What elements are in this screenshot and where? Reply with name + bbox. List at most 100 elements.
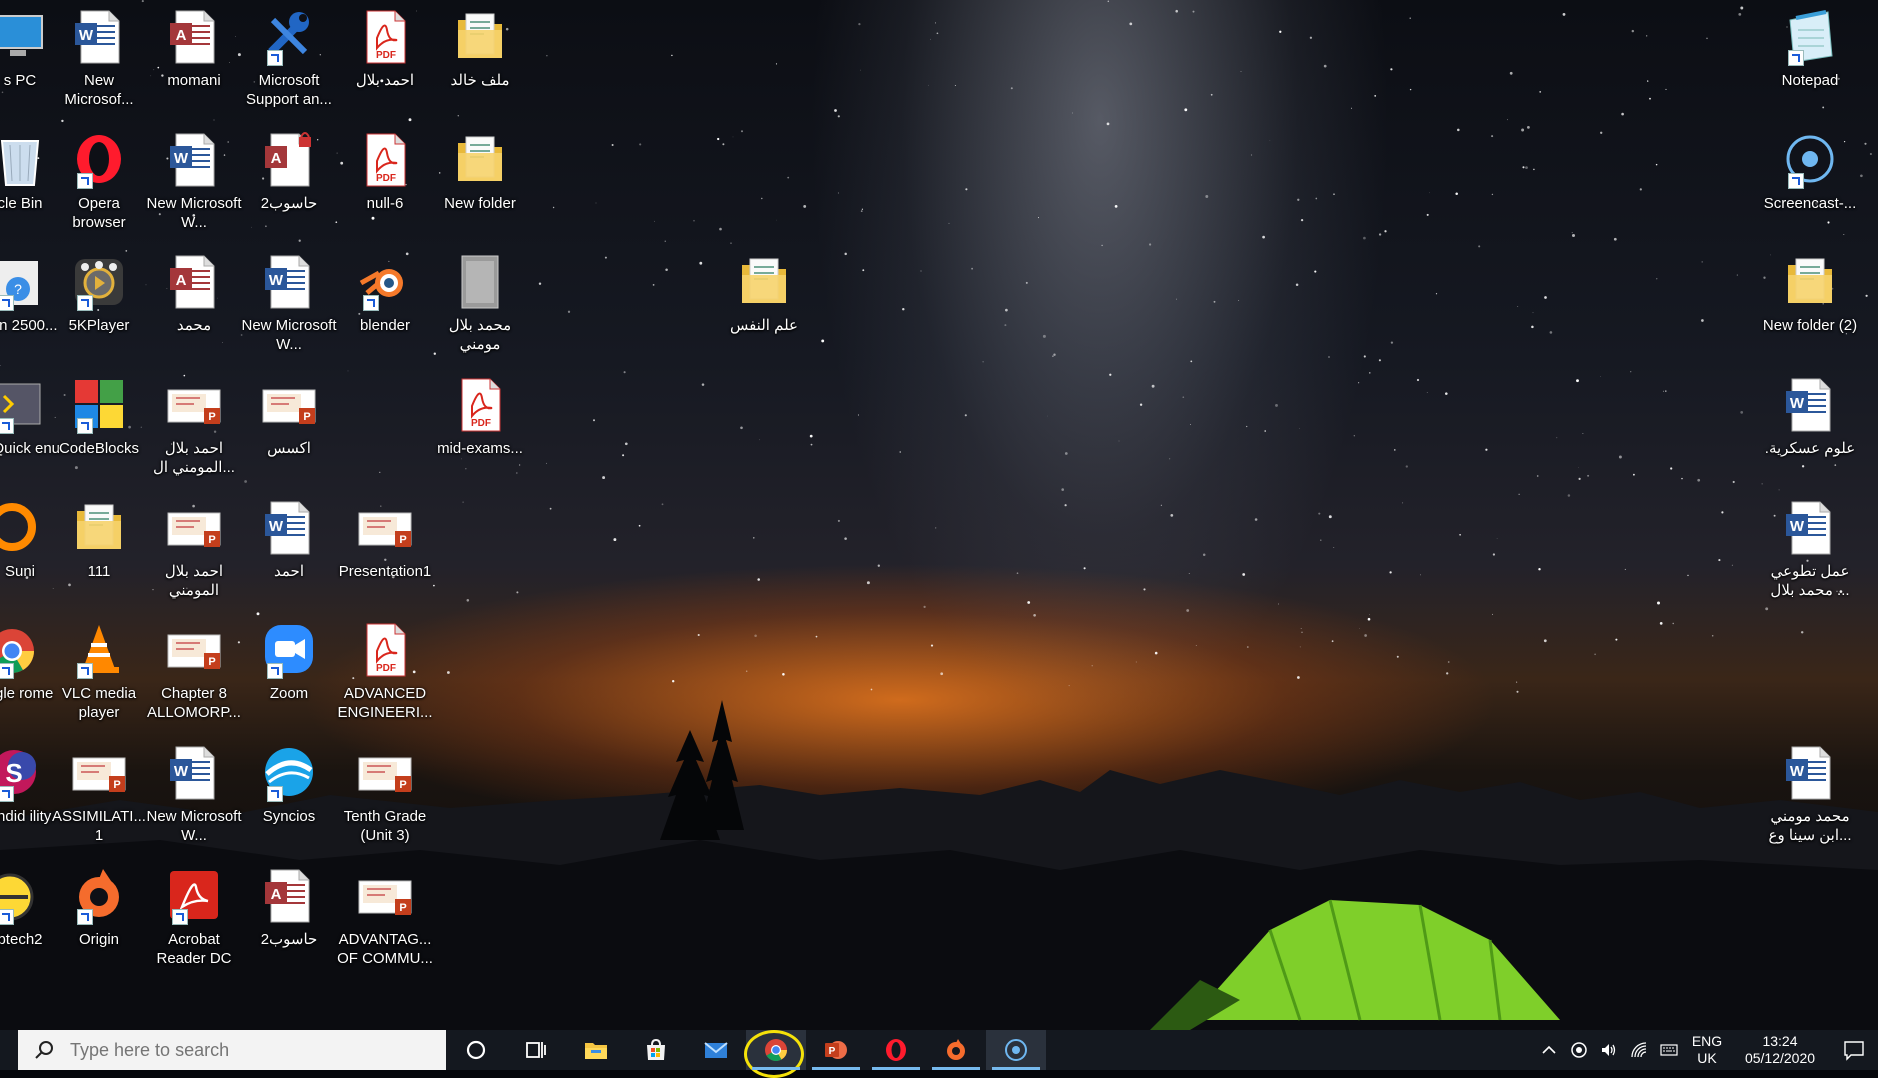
desktop-icon-ahmad-bilal-pdf[interactable]: PDF احمد بلال	[337, 8, 433, 90]
desktop-icon-ahmad-word[interactable]: W احمد	[241, 499, 337, 581]
search-input[interactable]	[68, 1038, 412, 1062]
desktop-icon-5kplayer[interactable]: 5KPlayer	[51, 253, 147, 335]
keyboard-icon	[1660, 1044, 1678, 1056]
desktop-icon-presentation1[interactable]: P Presentation1	[337, 499, 433, 581]
desktop-icon-khaled-file[interactable]: ملف خالد	[432, 8, 528, 90]
shortcut-arrow-icon	[0, 295, 14, 311]
taskbar-origin[interactable]	[926, 1030, 986, 1070]
desktop-icon-codeblocks[interactable]: CodeBlocks	[51, 376, 147, 458]
taskbar-opera[interactable]	[866, 1030, 926, 1070]
desktop-icon-screencast[interactable]: Screencast-...	[1762, 131, 1858, 213]
desktop-icon-psychology[interactable]: علم النفس	[716, 253, 812, 335]
desktop-icon-new-ms-word-4[interactable]: W New Microsoft W...	[241, 253, 337, 354]
access-icon: A	[166, 8, 222, 66]
desktop-icon-mohammad[interactable]: A محمد	[146, 253, 242, 335]
desktop-icon-mid-exams[interactable]: PDF mid-exams...	[432, 376, 528, 458]
desktop-icon-label: Zoom	[269, 685, 309, 702]
desktop-icon-origin[interactable]: Origin	[51, 867, 147, 949]
shortcut-arrow-icon	[267, 663, 283, 679]
svg-text:P: P	[208, 534, 215, 546]
desktop-icon-assimilation[interactable]: P ASSIMILATI... 1	[51, 744, 147, 845]
desktop-icon-blender[interactable]: blender	[337, 253, 433, 335]
svg-text:P: P	[303, 411, 310, 423]
ppt-file-icon: P	[357, 499, 413, 557]
desktop-icon-momani[interactable]: Amomani	[146, 8, 242, 90]
desktop-icon-hasoob2-a[interactable]: A حاسوب2	[241, 131, 337, 213]
taskbar-store[interactable]	[626, 1030, 686, 1070]
desktop-icon-label: New folder (2)	[1762, 317, 1858, 334]
shortcut-arrow-icon	[77, 909, 93, 925]
taskbar-search-box[interactable]	[18, 1030, 446, 1070]
desktop-icon-military-sci[interactable]: W .علوم عسكرية	[1762, 376, 1858, 458]
desktop-icon-mohammad-bilal-momani[interactable]: محمد بلال مومني	[432, 253, 528, 354]
desktop-icon-tenth-grade[interactable]: P Tenth Grade (Unit 3)	[337, 744, 433, 845]
desktop-icon-vlc[interactable]: VLC media player	[51, 621, 147, 722]
taskbar-chrome[interactable]	[744, 1030, 806, 1078]
network-button[interactable]	[1624, 1030, 1654, 1070]
svg-text:P: P	[208, 411, 215, 423]
task-view-button[interactable]	[506, 1030, 566, 1070]
tray-record-button[interactable]	[1564, 1030, 1594, 1070]
desktop-icon-label: محمد بلال مومني	[448, 317, 512, 353]
desktop-icon-label: momani	[167, 72, 221, 89]
desktop-icon-new-ms-word-3[interactable]: W New Microsoft W...	[146, 744, 242, 845]
cortana-icon	[466, 1040, 486, 1060]
desktop-icon-new-ms-word-1[interactable]: W New Microsof...	[51, 8, 147, 109]
desktop-icon-hasoob2-b[interactable]: A حاسوب2	[241, 867, 337, 949]
taskbar-powerpoint[interactable]: P	[806, 1030, 866, 1070]
blank-file-icon	[452, 253, 508, 311]
search-icon	[35, 1041, 53, 1059]
input-language[interactable]: ENG UK	[1684, 1033, 1730, 1067]
ppt-file-icon: P	[166, 376, 222, 434]
ppt-file-icon: P	[357, 744, 413, 802]
system-tray: ENG UK 13:24 05/12/2020	[1534, 1030, 1878, 1070]
screencast-icon	[1782, 131, 1838, 189]
desktop-icon-null-6[interactable]: PDF null-6	[337, 131, 433, 213]
desktop-icon-volunteer-work[interactable]: W عمل تطوعي محمد بلال ...	[1762, 499, 1858, 600]
desktop-icon-new-folder-2[interactable]: New folder (2)	[1762, 253, 1858, 335]
access-icon: A	[261, 867, 317, 925]
desktop-icon-zoom[interactable]: Zoom	[241, 621, 337, 703]
taskbar-mail[interactable]	[686, 1030, 746, 1070]
desktop-icon-label: VLC media player	[61, 685, 137, 721]
desktop-icon-chapter8[interactable]: P Chapter 8 ALLOMORP...	[146, 621, 242, 722]
word-icon: W	[71, 8, 127, 66]
chrome-icon	[0, 621, 48, 679]
taskbar-screencast[interactable]	[986, 1030, 1046, 1070]
desktop-icon-label: Origin	[78, 931, 119, 948]
touch-keyboard-button[interactable]	[1654, 1030, 1684, 1070]
task-view-icon	[526, 1042, 546, 1058]
zoom-icon	[261, 621, 317, 679]
desktop-icon-ms-support[interactable]: Microsoft Support an...	[241, 8, 337, 109]
desktop-icon-notepad[interactable]: Notepad	[1762, 8, 1858, 90]
desktop-icon-label: علم النفس	[729, 317, 799, 334]
highlight-ring	[744, 1030, 804, 1078]
clock[interactable]: 13:24 05/12/2020	[1730, 1033, 1830, 1067]
desktop-icon-syncios[interactable]: Syncios	[241, 744, 337, 826]
desktop-icon-new-ms-word-2[interactable]: W New Microsoft W...	[146, 131, 242, 232]
desktop-icon-ahmad-bilal-momani-al[interactable]: P احمد بلال المومني ال...	[146, 376, 242, 477]
desktop-icon-acrobat[interactable]: Acrobat Reader DC	[146, 867, 242, 968]
desktop-icon-access-ar[interactable]: P اكسس	[241, 376, 337, 458]
desktop-icon-new-folder[interactable]: New folder	[432, 131, 528, 213]
desktop-icon-ahmad-bilal-momani[interactable]: P احمد بلال المومني	[146, 499, 242, 600]
svg-text:?: ?	[14, 281, 22, 297]
desktop-icon-folder-111[interactable]: 111	[51, 499, 147, 581]
taskbar-file-explorer[interactable]	[566, 1030, 626, 1070]
desktop-icon-opera[interactable]: Opera browser	[51, 131, 147, 232]
mail-icon	[704, 1042, 728, 1058]
svg-text:PDF: PDF	[376, 663, 396, 674]
desktop-icon-advantages[interactable]: P ADVANTAG... OF COMMU...	[337, 867, 433, 968]
volume-button[interactable]	[1594, 1030, 1624, 1070]
desktop-icon-label: New Microsoft W...	[241, 317, 337, 353]
cortana-button[interactable]	[446, 1030, 506, 1070]
action-center-button[interactable]	[1830, 1039, 1878, 1061]
file-explorer-icon	[585, 1043, 607, 1059]
desktop-icon-advanced-eng[interactable]: PDF ADVANCED ENGINEERI...	[337, 621, 433, 722]
desktop-icon-mohammad-momani-ibn-sina[interactable]: W محمد مومني ابن سينا وع...	[1762, 744, 1858, 845]
ppt-file-icon: P	[261, 376, 317, 434]
wifi-icon	[1631, 1042, 1647, 1058]
desktop-icon-label: .علوم عسكرية	[1764, 440, 1856, 457]
pc-icon	[0, 8, 48, 66]
show-hidden-icons-button[interactable]	[1534, 1030, 1564, 1070]
